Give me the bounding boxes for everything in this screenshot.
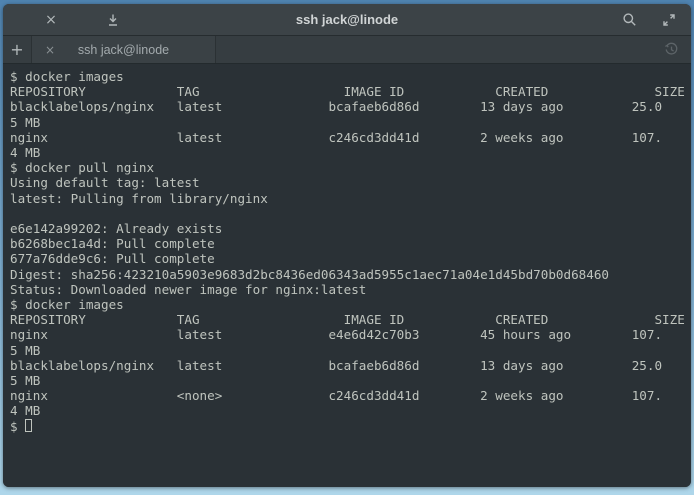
terminal-prompt-line: $ (10, 419, 687, 434)
terminal-line: nginx latest e4e6d42c70b3 45 hours ago 1… (10, 327, 687, 342)
session-history-button[interactable] (657, 36, 685, 63)
new-tab-button[interactable]: + (3, 36, 32, 63)
download-button[interactable] (101, 8, 125, 32)
shell-prompt: $ (10, 419, 25, 434)
terminal-line: blacklabelops/nginx latest bcafaeb6d86d … (10, 99, 687, 114)
terminal-line: $ docker images (10, 69, 687, 84)
terminal-line: 5 MB (10, 343, 687, 358)
tab-ssh-jack-linode[interactable]: × ssh jack@linode (32, 36, 216, 63)
terminal-line: Status: Downloaded newer image for nginx… (10, 282, 687, 297)
terminal-line: nginx latest c246cd3dd41d 2 weeks ago 10… (10, 130, 687, 145)
close-icon: × (45, 13, 57, 27)
terminal-line: REPOSITORY TAG IMAGE ID CREATED SIZE (10, 84, 687, 99)
terminal-line: 5 MB (10, 115, 687, 130)
titlebar[interactable]: × ssh jack@linode (3, 4, 691, 36)
fullscreen-icon (662, 13, 676, 27)
terminal-line: $ docker pull nginx (10, 160, 687, 175)
terminal-line: b6268bec1a4d: Pull complete (10, 236, 687, 251)
terminal-line: e6e142a99202: Already exists (10, 221, 687, 236)
titlebar-right-buttons (541, 8, 691, 32)
search-icon (622, 12, 637, 27)
terminal-lines: $ docker imagesREPOSITORY TAG IMAGE ID C… (10, 69, 687, 419)
window-title: ssh jack@linode (153, 12, 541, 27)
terminal-line: 5 MB (10, 373, 687, 388)
terminal-line: nginx <none> c246cd3dd41d 2 weeks ago 10… (10, 388, 687, 403)
tabbar-spacer (216, 36, 657, 63)
tab-label: ssh jack@linode (78, 43, 169, 57)
close-window-button[interactable]: × (39, 8, 63, 32)
terminal-window: × ssh jack@linode (3, 4, 691, 487)
terminal-line: 4 MB (10, 403, 687, 418)
terminal-cursor (25, 419, 32, 432)
fullscreen-button[interactable] (657, 8, 681, 32)
download-icon (106, 13, 120, 27)
terminal-line: Using default tag: latest (10, 175, 687, 190)
terminal-screen[interactable]: $ docker imagesREPOSITORY TAG IMAGE ID C… (3, 64, 691, 487)
terminal-line: blacklabelops/nginx latest bcafaeb6d86d … (10, 358, 687, 373)
terminal-line: $ docker images (10, 297, 687, 312)
close-icon: × (45, 43, 55, 57)
terminal-line: latest: Pulling from library/nginx (10, 191, 687, 206)
search-button[interactable] (617, 8, 641, 32)
titlebar-left-buttons: × (3, 8, 153, 32)
close-tab-button[interactable]: × (40, 40, 60, 60)
tab-bar: + × ssh jack@linode (3, 36, 691, 64)
terminal-line (10, 206, 687, 221)
terminal-line: Digest: sha256:423210a5903e9683d2bc8436e… (10, 267, 687, 282)
history-clock-icon (664, 42, 679, 57)
terminal-line: REPOSITORY TAG IMAGE ID CREATED SIZE (10, 312, 687, 327)
terminal-line: 677a76dde9c6: Pull complete (10, 251, 687, 266)
terminal-line: 4 MB (10, 145, 687, 160)
plus-icon: + (10, 40, 23, 59)
